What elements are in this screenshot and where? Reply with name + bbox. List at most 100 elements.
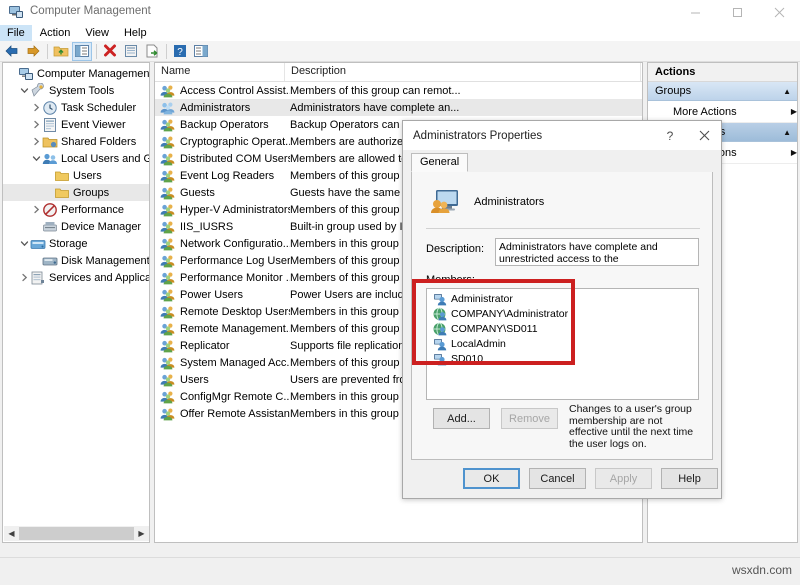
actions-section-groups-label: Groups	[655, 85, 692, 97]
maximize-button[interactable]	[716, 0, 758, 24]
tree-item-storage[interactable]: Storage	[3, 235, 149, 252]
description-field[interactable]: Administrators have complete and unrestr…	[495, 238, 699, 266]
chevron-right-icon[interactable]: ▶	[791, 107, 797, 116]
export-list-icon[interactable]	[142, 42, 162, 61]
ok-button[interactable]: OK	[463, 468, 520, 489]
chevron-down-icon[interactable]	[31, 153, 42, 164]
group-icon	[160, 287, 176, 303]
tree-item-users[interactable]: Users	[3, 167, 149, 184]
dialog-close-button[interactable]	[687, 122, 721, 150]
back-icon[interactable]	[2, 42, 22, 61]
tree-item-computer-management-local[interactable]: Computer Management (Local	[3, 65, 150, 82]
scroll-right-arrow[interactable]: ▶	[134, 526, 149, 541]
member-name: LocalAdmin	[451, 337, 506, 350]
actions-pane-title: Actions	[648, 63, 797, 82]
performance-icon	[42, 202, 58, 218]
members-list[interactable]: Administrator COMPANY\Administrator COMPAN…	[426, 288, 699, 400]
tree-item-groups[interactable]: Groups	[3, 184, 149, 201]
group-name-cell: Access Control Assist...	[180, 84, 290, 97]
scroll-left-arrow[interactable]: ◀	[4, 526, 19, 541]
add-button[interactable]: Add...	[433, 408, 490, 429]
chevron-right-icon[interactable]: ▶	[791, 148, 797, 157]
computer-management-window: Computer Management File Action View Help	[0, 0, 800, 585]
forward-icon[interactable]	[23, 42, 43, 61]
group-icon	[160, 389, 176, 405]
delete-icon[interactable]	[100, 42, 120, 61]
local-user-icon	[433, 337, 447, 351]
help-button[interactable]: Help	[661, 468, 718, 489]
tree-item-performance[interactable]: Performance	[3, 201, 149, 218]
services-icon	[30, 270, 46, 286]
tree-item-system-tools[interactable]: System Tools	[3, 82, 149, 99]
list-header: Name Description	[155, 63, 642, 82]
chevron-right-icon[interactable]	[31, 102, 42, 113]
group-name: Administrators	[474, 196, 545, 208]
tree-item-label: Computer Management (Local	[37, 67, 150, 80]
scroll-thumb[interactable]	[19, 527, 134, 540]
menu-view[interactable]: View	[78, 25, 116, 41]
chevron-right-icon[interactable]	[19, 272, 30, 283]
chevron-right-icon[interactable]	[31, 204, 42, 215]
toolbar-separator	[96, 43, 97, 59]
dialog-help-button[interactable]: ?	[653, 122, 687, 150]
up-folder-icon[interactable]	[51, 42, 71, 61]
member-name: SD010	[451, 352, 484, 365]
chevron-down-icon[interactable]	[19, 85, 30, 96]
tree-item-device-manager[interactable]: Device Manager	[3, 218, 149, 235]
show-hide-console-tree-icon[interactable]	[72, 41, 92, 61]
chevron-right-icon[interactable]	[31, 136, 42, 147]
group-name-cell: Remote Management...	[180, 322, 290, 335]
member-item[interactable]: COMPANY\Administrator	[427, 306, 698, 321]
chevron-right-icon[interactable]	[31, 119, 42, 130]
group-name-cell: Remote Desktop Users	[180, 305, 290, 318]
administrators-properties-dialog: Administrators Properties ? General Admi…	[402, 120, 722, 499]
chevron-up-icon[interactable]: ▲	[783, 87, 791, 96]
chevron-up-icon[interactable]: ▲	[783, 128, 791, 137]
domain-user-icon	[433, 322, 447, 336]
close-button[interactable]	[758, 0, 800, 24]
column-header-description[interactable]: Description	[285, 63, 641, 81]
member-name: COMPANY\SD011	[451, 322, 538, 335]
member-item[interactable]: COMPANY\SD011	[427, 321, 698, 336]
group-icon	[160, 100, 176, 116]
tree-item-shared-folders[interactable]: Shared Folders	[3, 133, 149, 150]
menu-help[interactable]: Help	[117, 25, 154, 41]
member-item[interactable]: LocalAdmin	[427, 336, 698, 351]
table-row[interactable]: Administrators Administrators have comple…	[155, 99, 642, 116]
tab-general[interactable]: General	[411, 153, 469, 172]
member-item[interactable]: Administrator	[427, 291, 698, 306]
column-header-name[interactable]: Name	[155, 63, 285, 81]
dialog-title: Administrators Properties	[413, 129, 543, 142]
chevron-down-icon[interactable]	[19, 238, 30, 249]
toolbar-separator	[47, 43, 48, 59]
help-icon[interactable]: ?	[170, 42, 190, 61]
tree-horizontal-scrollbar[interactable]: ◀ ▶	[4, 526, 149, 541]
cancel-button[interactable]: Cancel	[529, 468, 586, 489]
show-action-pane-icon[interactable]	[191, 42, 211, 61]
member-item[interactable]: SD010	[427, 351, 698, 366]
minimize-button[interactable]	[674, 0, 716, 24]
actions-section-groups[interactable]: Groups ▲	[648, 82, 797, 101]
tree-item-disk-management[interactable]: Disk Management	[3, 252, 149, 269]
console-tree: Computer Management (Local System Tools Ta…	[3, 65, 150, 286]
computer-management-icon	[8, 4, 24, 20]
toolbar: ?	[0, 41, 800, 62]
tree-item-local-users-and-groups[interactable]: Local Users and Groups	[3, 150, 149, 167]
tree-item-services-and-applications[interactable]: Services and Applications	[3, 269, 149, 286]
group-name-cell: Event Log Readers	[180, 169, 275, 182]
users-groups-icon	[42, 151, 58, 167]
tree-item-label: Event Viewer	[61, 118, 126, 131]
tree-item-event-viewer[interactable]: Event Viewer	[3, 116, 149, 133]
membership-note: Changes to a user's group membership are…	[569, 403, 694, 450]
group-icon	[160, 134, 176, 150]
menu-file[interactable]: File	[0, 24, 32, 41]
tree-item-label: Storage	[49, 237, 88, 250]
tree-item-task-scheduler[interactable]: Task Scheduler	[3, 99, 149, 116]
computer-icon	[18, 66, 34, 82]
properties-icon[interactable]	[121, 42, 141, 61]
table-row[interactable]: Access Control Assist... Members of this …	[155, 82, 642, 99]
menu-action[interactable]: Action	[33, 25, 78, 41]
